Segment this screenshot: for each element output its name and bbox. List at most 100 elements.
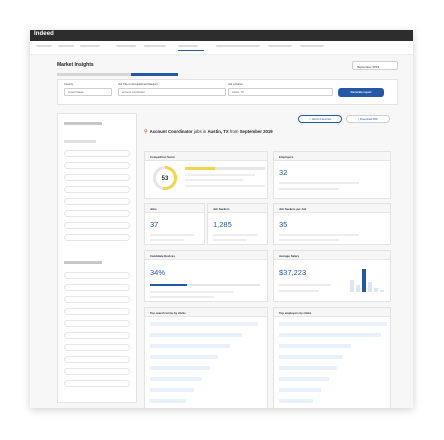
placeholder-line bbox=[213, 234, 257, 236]
sidebar-item[interactable] bbox=[64, 308, 130, 315]
employer-bar[interactable] bbox=[279, 322, 387, 326]
placeholder-line bbox=[279, 239, 339, 241]
employers-value: 32 bbox=[279, 168, 288, 177]
country-select[interactable]: United States ⌄ bbox=[64, 88, 112, 96]
app-window: Indeed Market Insights September 2019 ⌄ … bbox=[30, 30, 413, 408]
placeholder-line bbox=[279, 188, 339, 190]
sidebar-item[interactable] bbox=[64, 150, 130, 157]
card-header: Employers bbox=[274, 152, 390, 161]
placeholder-line bbox=[150, 296, 214, 298]
sidebar-item[interactable] bbox=[64, 272, 130, 279]
placeholder-line bbox=[213, 239, 247, 241]
job-seekers-value: 1,285 bbox=[213, 220, 232, 229]
employer-bar[interactable] bbox=[279, 388, 321, 392]
generate-report-button[interactable]: Generate report bbox=[338, 88, 384, 97]
sidebar-item[interactable] bbox=[64, 174, 130, 181]
sidebar-item[interactable] bbox=[64, 162, 130, 169]
sidebar-item[interactable] bbox=[64, 344, 130, 351]
sidebar-item[interactable] bbox=[64, 296, 130, 303]
salary-histogram-bar bbox=[368, 282, 372, 292]
download-pdf-button[interactable]: ⤓ Download PDF bbox=[346, 115, 390, 123]
nav-item[interactable] bbox=[268, 45, 292, 47]
search-term-bar[interactable] bbox=[150, 366, 210, 370]
salary-histogram-bar bbox=[350, 280, 354, 292]
devices-bar-track bbox=[150, 284, 260, 286]
date-select[interactable]: September 2019 ⌄ bbox=[352, 61, 398, 70]
card-title: Job Seekers per Job bbox=[279, 206, 307, 211]
card-header: Job Seekers per Job bbox=[274, 204, 390, 213]
top-search-terms-card: Top search terms by clicks bbox=[144, 307, 268, 408]
search-term-bar[interactable] bbox=[150, 355, 218, 359]
placeholder-line bbox=[279, 234, 359, 236]
seekers-per-job-card: Job Seekers per Job 35 bbox=[273, 203, 391, 245]
sidebar-item[interactable] bbox=[64, 368, 130, 375]
nav-bar bbox=[30, 41, 413, 55]
nav-active-indicator bbox=[178, 50, 204, 51]
competition-gauge: 53 bbox=[153, 166, 177, 190]
job-title-input[interactable]: account coordinator bbox=[118, 88, 226, 96]
employer-bar[interactable] bbox=[279, 344, 351, 348]
search-term-bar[interactable] bbox=[150, 333, 242, 337]
top-bar: Indeed bbox=[30, 30, 413, 41]
card-header: Average Salary bbox=[274, 251, 390, 260]
search-term-bar[interactable] bbox=[150, 388, 194, 392]
sidebar-item[interactable] bbox=[64, 332, 130, 339]
average-salary-card: Average Salary $37,223 bbox=[273, 250, 391, 302]
search-term-bar[interactable] bbox=[150, 322, 258, 326]
jobs-card: Jobs 37 bbox=[144, 203, 205, 245]
tab-bar[interactable] bbox=[57, 73, 178, 76]
card-header: Competition Score bbox=[145, 152, 267, 161]
page-title: Market Insights bbox=[57, 62, 94, 68]
score-bar-track bbox=[185, 167, 265, 170]
employer-bar[interactable] bbox=[279, 399, 313, 403]
employers-card: Employers 32 bbox=[273, 151, 391, 199]
sidebar-item[interactable] bbox=[64, 284, 130, 291]
employer-bar[interactable] bbox=[279, 333, 381, 337]
add-to-favorites-button[interactable]: ♡ Add to Favorites bbox=[298, 115, 342, 123]
placeholder-line bbox=[150, 239, 184, 241]
search-term-bar[interactable] bbox=[150, 344, 230, 348]
nav-item[interactable] bbox=[80, 45, 100, 47]
report-panel: ♡ Add to Favorites ⤓ Download PDF ⚲ Accou… bbox=[140, 113, 396, 408]
sidebar-item[interactable] bbox=[64, 380, 130, 387]
headline-from: from bbox=[228, 129, 240, 134]
sidebar-item[interactable] bbox=[64, 186, 130, 193]
job-label: Job Title or Occupational Category bbox=[118, 83, 158, 86]
nav-item[interactable] bbox=[300, 45, 324, 47]
employer-bar[interactable] bbox=[279, 366, 337, 370]
employer-bar[interactable] bbox=[279, 355, 343, 359]
search-term-bar[interactable] bbox=[150, 377, 202, 381]
sidebar-item[interactable] bbox=[64, 210, 130, 217]
card-title: Employers bbox=[279, 154, 294, 159]
sidebar-item[interactable] bbox=[64, 198, 130, 205]
score-bar-fill bbox=[185, 167, 215, 170]
sidebar-item[interactable] bbox=[64, 222, 130, 229]
placeholder-line bbox=[150, 291, 234, 293]
nav-item[interactable] bbox=[36, 45, 52, 47]
seekers-per-job-value: 35 bbox=[279, 220, 288, 229]
headline-role: Account Coordinator bbox=[149, 129, 193, 134]
sidebar-item[interactable] bbox=[64, 356, 130, 363]
employer-bar[interactable] bbox=[279, 377, 329, 381]
nav-item[interactable] bbox=[116, 45, 136, 47]
salary-value: $37,223 bbox=[279, 268, 307, 277]
tab-active[interactable] bbox=[131, 73, 178, 76]
nav-item[interactable] bbox=[58, 45, 74, 47]
chevron-down-icon: ⌄ bbox=[105, 90, 108, 94]
sidebar-item[interactable] bbox=[64, 320, 130, 327]
nav-item[interactable] bbox=[144, 45, 166, 47]
country-label: Country bbox=[64, 83, 74, 86]
location-input[interactable]: Austin, TX bbox=[228, 88, 333, 96]
card-header: Job Seekers bbox=[208, 204, 267, 213]
indeed-logo[interactable]: Indeed bbox=[34, 31, 54, 37]
card-title: Candidate Devices bbox=[150, 253, 175, 258]
search-term-bar[interactable] bbox=[150, 399, 186, 403]
sidebar-item[interactable] bbox=[64, 140, 96, 143]
nav-item[interactable] bbox=[216, 45, 260, 47]
nav-item[interactable] bbox=[178, 45, 198, 47]
card-title: Jobs bbox=[150, 206, 157, 211]
favorites-label: Add to Favorites bbox=[311, 118, 332, 121]
card-title: Average Salary bbox=[279, 253, 300, 258]
sidebar-item[interactable] bbox=[64, 234, 130, 241]
salary-histogram-bar bbox=[362, 269, 366, 292]
